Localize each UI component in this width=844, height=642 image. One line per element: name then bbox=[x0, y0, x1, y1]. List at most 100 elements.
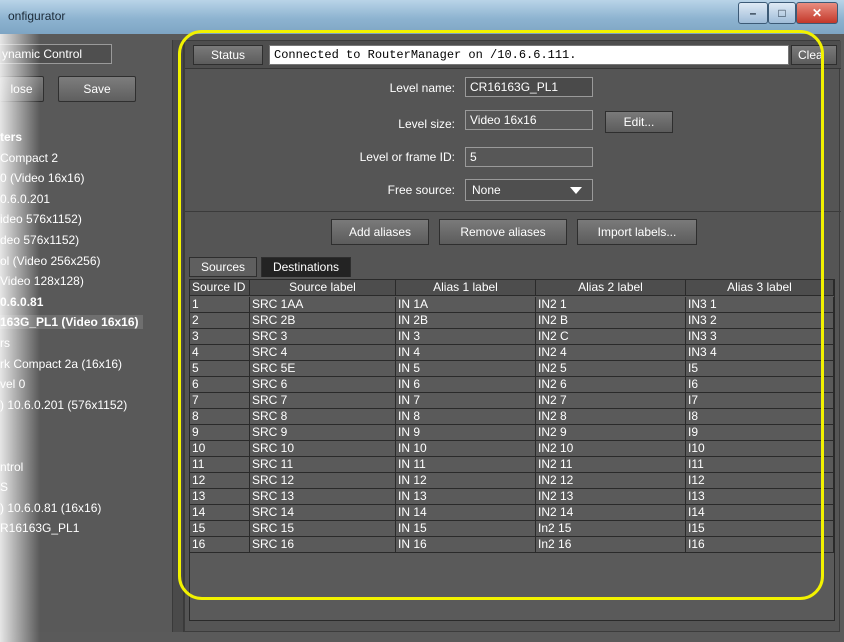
table-row[interactable]: 15 SRC 15 IN 15 In2 15 I15 bbox=[190, 521, 834, 537]
table-cell[interactable]: IN2 9 bbox=[536, 425, 686, 441]
status-button[interactable]: Status bbox=[193, 45, 263, 65]
table-cell[interactable]: I7 bbox=[686, 393, 834, 409]
tree-item[interactable]: Compact 2 bbox=[0, 151, 58, 165]
tree-item[interactable]: ) 10.6.0.201 (576x1152) bbox=[0, 398, 127, 412]
tree-item[interactable]: ol (Video 256x256) bbox=[0, 254, 101, 268]
table-cell[interactable]: IN2 C bbox=[536, 329, 686, 345]
table-row[interactable]: 3 SRC 3 IN 3 IN2 C IN3 3 bbox=[190, 329, 834, 345]
table-cell[interactable]: IN2 8 bbox=[536, 409, 686, 425]
table-cell[interactable]: SRC 1AA bbox=[250, 297, 396, 313]
table-cell[interactable]: I14 bbox=[686, 505, 834, 521]
table-cell[interactable]: 1 bbox=[190, 297, 250, 313]
free-source-select[interactable]: None bbox=[465, 179, 593, 201]
table-cell[interactable]: SRC 14 bbox=[250, 505, 396, 521]
table-cell[interactable]: In2 15 bbox=[536, 521, 686, 537]
table-cell[interactable]: IN2 13 bbox=[536, 489, 686, 505]
table-row[interactable]: 9 SRC 9 IN 9 IN2 9 I9 bbox=[190, 425, 834, 441]
tree-item[interactable]: deo 576x1152) bbox=[0, 233, 79, 247]
tree-item[interactable]: Video 128x128) bbox=[0, 274, 84, 288]
maximize-button[interactable]: □ bbox=[768, 2, 796, 24]
table-cell[interactable]: IN2 5 bbox=[536, 361, 686, 377]
table-cell[interactable]: 9 bbox=[190, 425, 250, 441]
tree-item[interactable]: 163G_PL1 (Video 16x16) bbox=[0, 315, 143, 329]
table-cell[interactable]: 13 bbox=[190, 489, 250, 505]
table-cell[interactable]: IN3 2 bbox=[686, 313, 834, 329]
table-cell[interactable]: In2 16 bbox=[536, 537, 686, 553]
level-id-field[interactable]: 5 bbox=[465, 147, 593, 167]
table-cell[interactable]: I5 bbox=[686, 361, 834, 377]
table-cell[interactable]: IN 1A bbox=[396, 297, 536, 313]
save-button[interactable]: Save bbox=[58, 76, 136, 102]
minimize-button[interactable]: – bbox=[738, 2, 768, 24]
tree-item[interactable]: rk Compact 2a (16x16) bbox=[0, 357, 122, 371]
table-row[interactable]: 11 SRC 11 IN 11 IN2 11 I11 bbox=[190, 457, 834, 473]
table-cell[interactable]: 11 bbox=[190, 457, 250, 473]
table-cell[interactable]: IN2 14 bbox=[536, 505, 686, 521]
table-cell[interactable]: IN2 12 bbox=[536, 473, 686, 489]
table-cell[interactable]: I15 bbox=[686, 521, 834, 537]
table-cell[interactable]: IN2 7 bbox=[536, 393, 686, 409]
table-cell[interactable]: IN3 3 bbox=[686, 329, 834, 345]
tree-item[interactable]: ) 10.6.0.81 (16x16) bbox=[0, 501, 101, 515]
tree-item[interactable]: rs bbox=[0, 336, 10, 350]
table-cell[interactable]: 7 bbox=[190, 393, 250, 409]
table-cell[interactable]: IN 12 bbox=[396, 473, 536, 489]
tree-item[interactable]: ideo 576x1152) bbox=[0, 212, 82, 226]
table-cell[interactable]: IN2 1 bbox=[536, 297, 686, 313]
tree-item[interactable]: ters bbox=[0, 130, 22, 144]
panel-splitter[interactable] bbox=[172, 40, 184, 632]
table-cell[interactable]: 14 bbox=[190, 505, 250, 521]
table-cell[interactable]: SRC 10 bbox=[250, 441, 396, 457]
table-cell[interactable]: I8 bbox=[686, 409, 834, 425]
import-labels-button[interactable]: Import labels... bbox=[577, 219, 697, 245]
alias3-header[interactable]: Alias 3 label bbox=[686, 280, 834, 296]
table-cell[interactable]: 4 bbox=[190, 345, 250, 361]
table-row[interactable]: 8 SRC 8 IN 8 IN2 8 I8 bbox=[190, 409, 834, 425]
tree-item[interactable]: 0 (Video 16x16) bbox=[0, 171, 85, 185]
table-cell[interactable]: 12 bbox=[190, 473, 250, 489]
table-cell[interactable]: IN 8 bbox=[396, 409, 536, 425]
table-cell[interactable]: IN 7 bbox=[396, 393, 536, 409]
source-id-header[interactable]: Source ID bbox=[190, 280, 250, 296]
tree-item[interactable]: 0.6.0.201 bbox=[0, 192, 50, 206]
table-cell[interactable]: I6 bbox=[686, 377, 834, 393]
table-cell[interactable]: IN 3 bbox=[396, 329, 536, 345]
table-cell[interactable]: IN 11 bbox=[396, 457, 536, 473]
edit-button[interactable]: Edit... bbox=[605, 111, 673, 133]
add-aliases-button[interactable]: Add aliases bbox=[331, 219, 429, 245]
table-cell[interactable]: 8 bbox=[190, 409, 250, 425]
close-window-button[interactable]: ✕ bbox=[796, 2, 838, 24]
tree-item[interactable]: 0.6.0.81 bbox=[0, 295, 43, 309]
table-cell[interactable]: IN2 B bbox=[536, 313, 686, 329]
table-cell[interactable]: SRC 13 bbox=[250, 489, 396, 505]
table-cell[interactable]: IN 4 bbox=[396, 345, 536, 361]
table-cell[interactable]: IN2 11 bbox=[536, 457, 686, 473]
table-cell[interactable]: I12 bbox=[686, 473, 834, 489]
table-row[interactable]: 12 SRC 12 IN 12 IN2 12 I12 bbox=[190, 473, 834, 489]
table-cell[interactable]: I9 bbox=[686, 425, 834, 441]
table-cell[interactable]: SRC 4 bbox=[250, 345, 396, 361]
tree-item[interactable]: vel 0 bbox=[0, 377, 25, 391]
table-cell[interactable]: SRC 6 bbox=[250, 377, 396, 393]
table-row[interactable]: 4 SRC 4 IN 4 IN2 4 IN3 4 bbox=[190, 345, 834, 361]
table-row[interactable]: 16 SRC 16 IN 16 In2 16 I16 bbox=[190, 537, 834, 553]
table-row[interactable]: 13 SRC 13 IN 13 IN2 13 I13 bbox=[190, 489, 834, 505]
table-cell[interactable]: IN2 4 bbox=[536, 345, 686, 361]
table-row[interactable]: 10 SRC 10 IN 10 IN2 10 I10 bbox=[190, 441, 834, 457]
table-cell[interactable]: IN 15 bbox=[396, 521, 536, 537]
level-name-field[interactable]: CR16163G_PL1 bbox=[465, 77, 593, 97]
table-cell[interactable]: IN3 4 bbox=[686, 345, 834, 361]
table-cell[interactable]: SRC 12 bbox=[250, 473, 396, 489]
table-row[interactable]: 14 SRC 14 IN 14 IN2 14 I14 bbox=[190, 505, 834, 521]
table-cell[interactable]: SRC 2B bbox=[250, 313, 396, 329]
table-row[interactable]: 5 SRC 5E IN 5 IN2 5 I5 bbox=[190, 361, 834, 377]
table-cell[interactable]: IN 2B bbox=[396, 313, 536, 329]
table-cell[interactable]: IN 16 bbox=[396, 537, 536, 553]
table-cell[interactable]: IN 9 bbox=[396, 425, 536, 441]
source-label-header[interactable]: Source label bbox=[250, 280, 396, 296]
remove-aliases-button[interactable]: Remove aliases bbox=[439, 219, 567, 245]
table-cell[interactable]: 3 bbox=[190, 329, 250, 345]
tree-item[interactable]: ntrol bbox=[0, 460, 23, 474]
table-cell[interactable]: SRC 3 bbox=[250, 329, 396, 345]
table-cell[interactable]: I10 bbox=[686, 441, 834, 457]
